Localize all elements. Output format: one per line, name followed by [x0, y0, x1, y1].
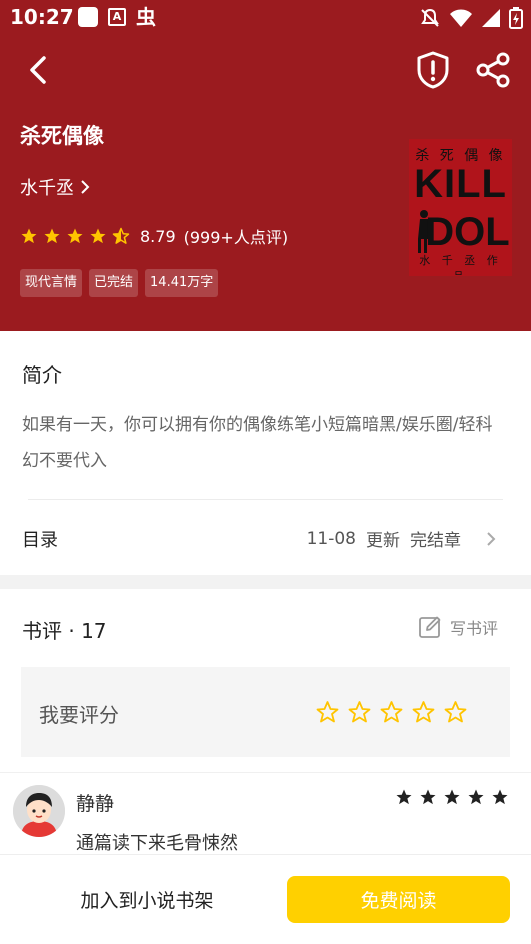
reviews-heading: 书评 · 17 [22, 619, 107, 643]
tag-status: 已完结 [89, 269, 139, 297]
write-review-label: 写书评 [450, 619, 499, 638]
add-to-shelf-button[interactable]: 加入到小说书架 [22, 875, 272, 923]
star-full-icon [67, 228, 83, 244]
reviewer-name: 静静 [76, 793, 115, 815]
star-full-icon [420, 789, 436, 805]
book-cover[interactable]: 杀 死 偶 像 KILL DOL 水 千 丞 作 品 [409, 139, 512, 276]
report-button[interactable] [414, 50, 452, 90]
avatar[interactable] [13, 785, 65, 837]
divider [0, 772, 531, 773]
mute-icon [421, 8, 439, 27]
star-full-icon [468, 789, 484, 805]
write-review-button[interactable]: 写书评 [418, 615, 498, 639]
star-full-icon [444, 789, 460, 805]
author-name: 水千丞 [20, 178, 74, 199]
toc-update: 更新 [366, 531, 400, 551]
status-notification-icons: A 虫 [78, 7, 156, 27]
star-outline-icon[interactable] [411, 700, 436, 724]
notification-square-icon [78, 7, 98, 27]
status-system-icons [419, 7, 523, 29]
status-time: 10:27 [10, 5, 74, 29]
notification-a-icon: A [108, 8, 126, 26]
star-full-icon [44, 228, 60, 244]
chevron-left-icon [30, 56, 46, 84]
toc-label: 目录 [22, 530, 58, 551]
book-tags: 现代言情 已完结 14.41万字 [20, 269, 219, 297]
toc-row[interactable]: 目录 11-08 更新 完结章 [0, 516, 531, 560]
share-icon [476, 52, 510, 88]
author-link[interactable]: 水千丞 [20, 174, 92, 200]
chevron-right-icon [81, 180, 90, 194]
intro-heading: 简介 [22, 363, 62, 387]
avatar-icon [13, 785, 65, 837]
wifi-icon [450, 9, 472, 27]
rating-stars [20, 227, 130, 245]
free-read-button[interactable]: 免费阅读 [287, 876, 510, 923]
star-outline-icon[interactable] [379, 700, 404, 724]
book-title: 杀死偶像 [20, 124, 104, 148]
intro-text[interactable]: 如果有一天，你可以拥有你的偶像练笔小短篇暗黑/娱乐圈/轻科幻不要代入 [22, 407, 502, 479]
reviewer-stars [395, 788, 509, 806]
notification-bug-icon: 虫 [136, 5, 156, 29]
star-outline-icon[interactable] [347, 700, 372, 724]
star-full-icon [90, 228, 106, 244]
rate-stars [315, 700, 468, 724]
rating-count: (999+人点评) [183, 228, 289, 247]
divider [28, 499, 503, 500]
shield-alert-icon [417, 51, 449, 89]
intro-section: 简介 如果有一天，你可以拥有你的偶像练笔小短篇暗黑/娱乐圈/轻科幻不要代入 目录… [0, 331, 531, 575]
status-bar: 10:27 A 虫 [0, 0, 531, 36]
star-full-icon [492, 789, 508, 805]
share-button[interactable] [474, 52, 512, 88]
star-outline-icon[interactable] [443, 700, 468, 724]
star-full-icon [396, 789, 412, 805]
rate-label: 我要评分 [39, 703, 119, 727]
back-button[interactable] [22, 52, 58, 88]
edit-icon [419, 616, 441, 638]
rating-row: 8.79 (999+人点评) [20, 224, 288, 248]
reviews-section: 书评 · 17 写书评 我要评分 静静 通篇读下来毛骨悚然 [0, 589, 531, 854]
toc-info: 11-08 更新 完结章 [307, 526, 501, 551]
toc-date: 11-08 [306, 528, 356, 549]
toc-status: 完结章 [410, 531, 461, 551]
rating-score: 8.79 [140, 226, 176, 246]
signal-icon [482, 9, 500, 27]
tag-genre: 现代言情 [20, 269, 83, 297]
cover-kill-text: KILL [414, 162, 507, 206]
star-outline-icon[interactable] [315, 700, 340, 724]
review-text[interactable]: 通篇读下来毛骨悚然 [76, 829, 238, 855]
star-half-icon [112, 227, 130, 244]
chevron-right-icon [487, 531, 496, 546]
rate-box: 我要评分 [21, 667, 510, 757]
book-header: 10:27 A 虫 杀死偶像 水千丞 8.79 (999+人点评) 现代言情 已… [0, 0, 531, 331]
battery-icon [509, 7, 523, 29]
cover-author-text: 水 千 丞 作 品 [419, 254, 502, 276]
tag-word-count: 14.41万字 [145, 269, 219, 297]
bottom-action-bar: 加入到小说书架 免费阅读 [0, 854, 531, 944]
star-full-icon [21, 228, 37, 244]
cover-dol-text: DOL [425, 210, 510, 254]
